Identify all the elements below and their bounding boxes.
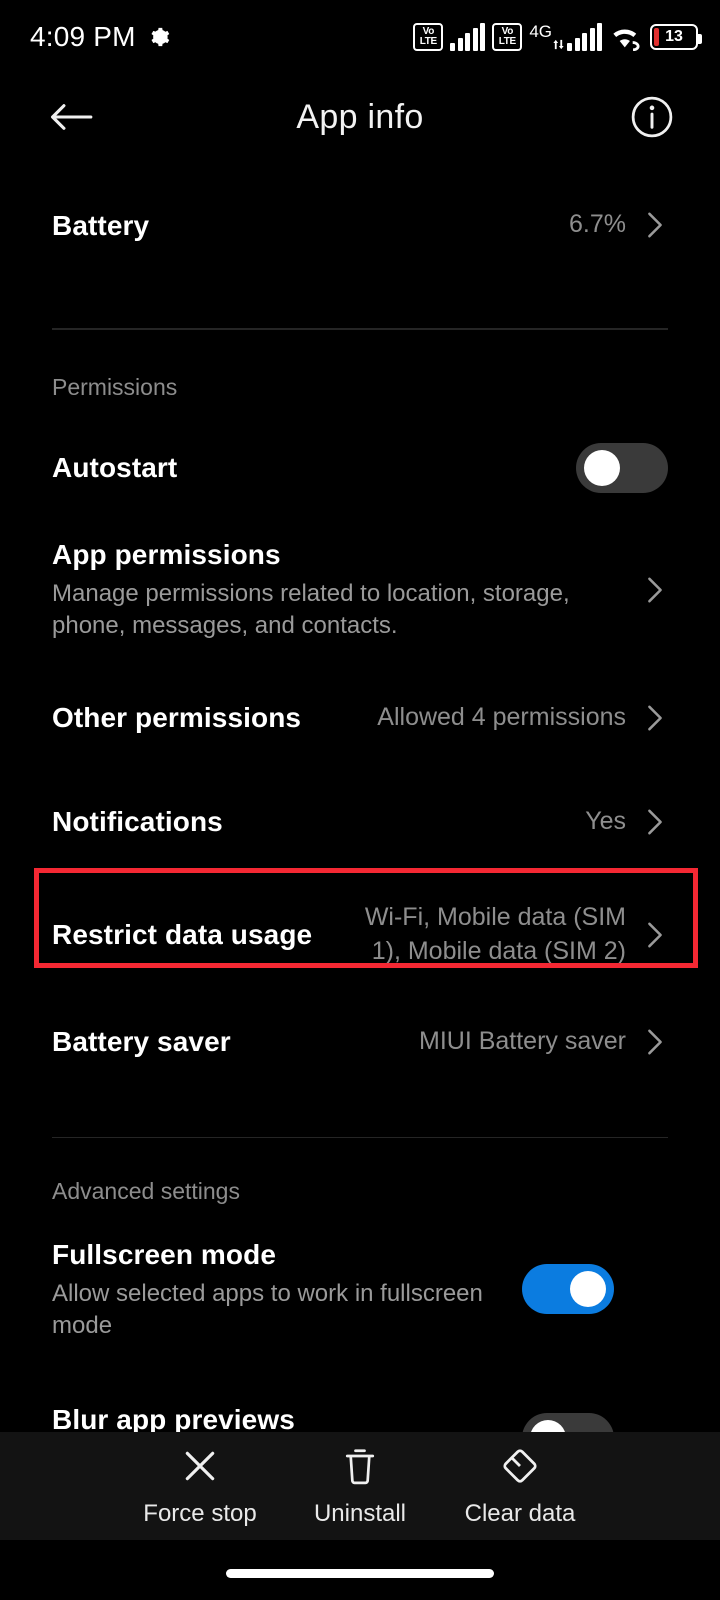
section-label-permissions: Permissions: [52, 373, 178, 400]
uninstall-button[interactable]: Uninstall: [280, 1444, 440, 1528]
battery-icon: 13: [650, 24, 702, 50]
row-notifications-title: Notifications: [52, 806, 223, 837]
network-type-group: 4G: [529, 23, 602, 51]
status-bar-right: Vo LTE Vo LTE 4G 13: [413, 23, 702, 52]
eraser-icon: [501, 1444, 539, 1488]
section-label-advanced: Advanced settings: [52, 1178, 240, 1204]
row-battery-saver-title: Battery saver: [52, 1026, 231, 1057]
signal-bars-sim2-icon: [567, 23, 602, 51]
row-app-permissions-subtitle: Manage permissions related to location, …: [52, 580, 570, 639]
page-title: App info: [296, 97, 424, 136]
chevron-right-icon: [642, 921, 668, 949]
force-stop-button[interactable]: Force stop: [120, 1444, 280, 1528]
status-bar-left: 4:09 PM: [30, 21, 170, 53]
bottom-action-bar: Force stop Uninstall Clear data: [0, 1432, 720, 1540]
home-indicator[interactable]: [226, 1569, 494, 1578]
chevron-right-icon: [642, 704, 668, 732]
force-stop-label: Force stop: [143, 1500, 257, 1527]
row-restrict-data-usage-main: Restrict data usage: [52, 917, 336, 952]
volte-sim1-icon: Vo LTE: [413, 23, 444, 51]
row-restrict-data-usage-value: Wi-Fi, Mobile data (SIM 1), Mobile data …: [364, 902, 626, 965]
row-restrict-data-usage-title: Restrict data usage: [52, 919, 313, 950]
info-button[interactable]: [626, 91, 678, 143]
row-autostart-main: Autostart: [52, 450, 576, 485]
row-notifications-value: Yes: [585, 806, 626, 835]
trash-icon: [342, 1444, 378, 1488]
info-icon: [631, 96, 673, 138]
row-battery-value: 6.7%: [569, 210, 626, 239]
status-bar-clock: 4:09 PM: [30, 21, 136, 52]
clear-data-button[interactable]: Clear data: [440, 1444, 600, 1528]
close-x-icon: [181, 1444, 219, 1488]
app-bar: App info: [0, 78, 720, 156]
wifi-icon: [609, 23, 643, 52]
row-fullscreen-mode-subtitle: Allow selected apps to work in fullscree…: [52, 1279, 483, 1339]
signal-bars-sim1-icon: [450, 23, 486, 51]
row-fullscreen-mode[interactable]: Fullscreen mode Allow selected apps to w…: [0, 1231, 720, 1347]
autostart-toggle[interactable]: [576, 442, 668, 493]
toggle-knob: [584, 449, 620, 486]
battery-fill: [654, 28, 659, 46]
clear-data-label: Clear data: [464, 1500, 576, 1527]
row-autostart[interactable]: Autostart: [0, 429, 720, 507]
row-fullscreen-mode-main: Fullscreen mode Allow selected apps to w…: [52, 1237, 522, 1342]
row-other-permissions[interactable]: Other permissions Allowed 4 permissions: [0, 679, 720, 757]
settings-list: Battery 6.7% Permissions Autostart App p…: [0, 180, 720, 1493]
uninstall-label: Uninstall: [313, 1500, 407, 1527]
row-autostart-title: Autostart: [52, 452, 178, 483]
gear-icon: [148, 26, 170, 48]
row-notifications-main: Notifications: [52, 804, 585, 839]
chevron-right-icon: [642, 576, 668, 604]
row-restrict-data-usage[interactable]: Restrict data usage Wi-Fi, Mobile data (…: [0, 885, 720, 985]
row-notifications[interactable]: Notifications Yes: [0, 783, 720, 861]
back-button[interactable]: [42, 88, 100, 146]
row-battery-title: Battery: [52, 209, 150, 241]
battery-percent-label: 13: [665, 28, 683, 45]
row-battery-saver[interactable]: Battery saver MIUI Battery saver: [0, 1003, 720, 1081]
fullscreen-mode-toggle[interactable]: [522, 1264, 614, 1314]
volte-sim2-icon: Vo LTE: [492, 23, 523, 51]
row-other-permissions-title: Other permissions: [52, 702, 302, 733]
back-arrow-icon: [51, 104, 93, 130]
row-app-permissions[interactable]: App permissions Manage permissions relat…: [0, 527, 720, 653]
row-app-permissions-main: App permissions Manage permissions relat…: [52, 537, 626, 642]
network-type-label: 4G: [529, 22, 552, 41]
row-battery[interactable]: Battery 6.7%: [0, 180, 720, 270]
volte-lte-text-2: LTE: [498, 36, 517, 47]
toggle-knob: [570, 1271, 606, 1307]
row-fullscreen-mode-title: Fullscreen mode: [52, 1238, 277, 1270]
chevron-right-icon: [642, 1028, 668, 1056]
row-app-permissions-title: App permissions: [52, 539, 281, 571]
chevron-right-icon: [642, 808, 668, 836]
row-battery-main: Battery: [52, 208, 569, 243]
volte-lte-text: LTE: [419, 36, 438, 47]
row-other-permissions-value: Allowed 4 permissions: [377, 702, 626, 731]
chevron-right-icon: [642, 211, 668, 239]
app-info-screen: 4:09 PM Vo LTE Vo LTE 4G 13 App info Bat…: [0, 0, 720, 1600]
data-arrows-icon: [553, 39, 564, 50]
row-battery-saver-main: Battery saver: [52, 1024, 419, 1059]
row-battery-saver-value: MIUI Battery saver: [419, 1026, 626, 1055]
status-bar: 4:09 PM Vo LTE Vo LTE 4G 13: [0, 0, 720, 74]
row-other-permissions-main: Other permissions: [52, 700, 377, 735]
